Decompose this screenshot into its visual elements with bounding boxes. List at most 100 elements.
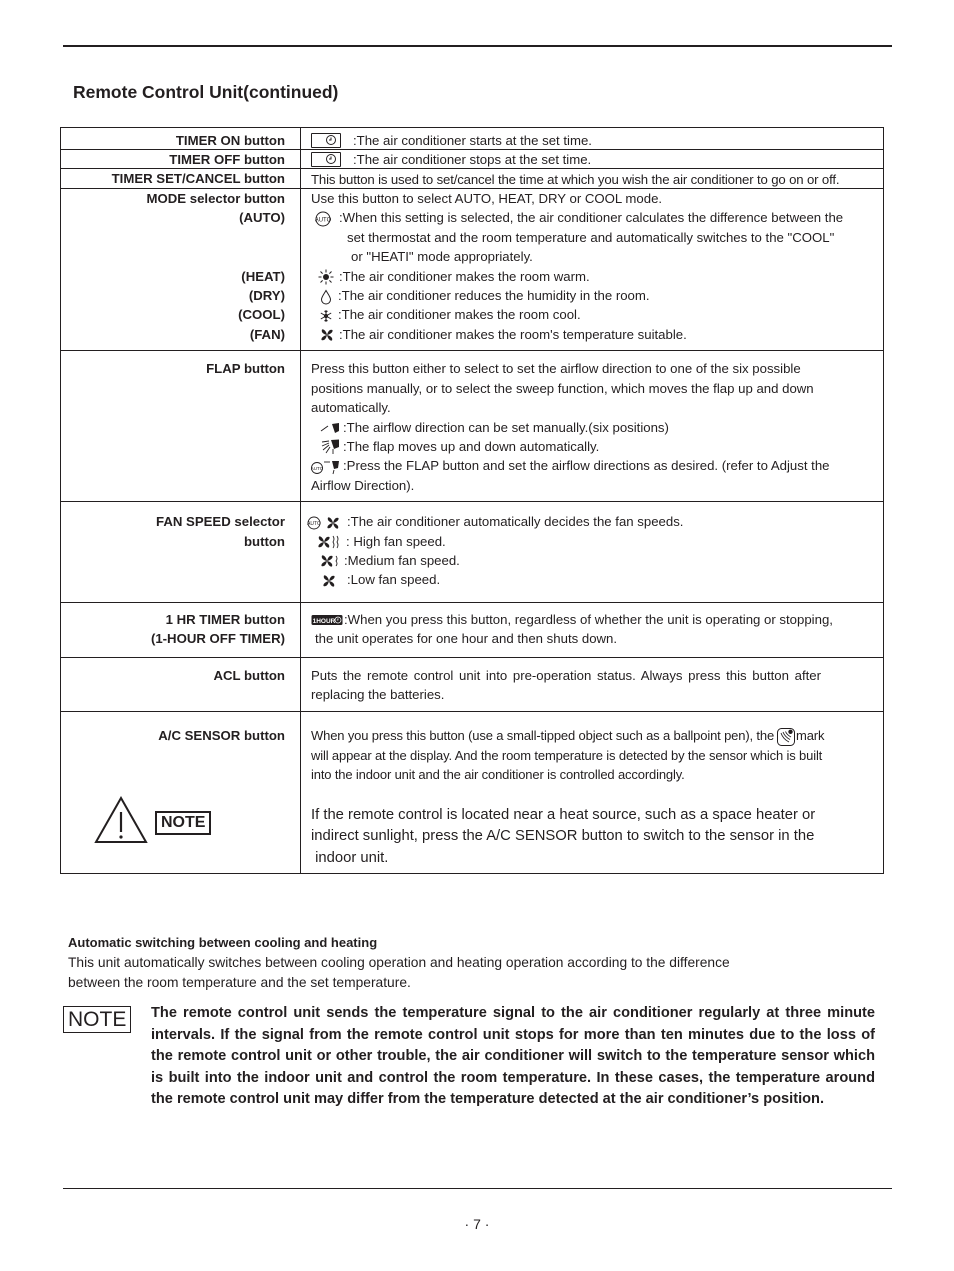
ac-sensor-note-3: indoor unit. bbox=[311, 849, 389, 866]
mode-auto-label: (AUTO) bbox=[239, 210, 285, 226]
auto-mode-icon: AUTO bbox=[315, 211, 331, 227]
mode-dry-text: :The air conditioner reduces the humidit… bbox=[338, 288, 650, 304]
remote-control-button-table: TIMER ON button :The air conditioner sta… bbox=[60, 126, 884, 874]
flap-intro-1: Press this button either to select to se… bbox=[311, 361, 801, 377]
mode-label: MODE selector button bbox=[146, 191, 285, 207]
ac-sensor-line-1: When you press this button (use a small-… bbox=[311, 726, 880, 746]
table-row-timer-off: TIMER OFF button :The air conditioner st… bbox=[60, 149, 884, 170]
auto-switching-line-1: This unit automatically switches between… bbox=[68, 955, 730, 970]
mode-auto-text-1: :When this setting is selected, the air … bbox=[339, 210, 844, 226]
label-one-hour-timer: 1 HR TIMER button (1-HOUR OFF TIMER) bbox=[60, 601, 301, 658]
ac-sensor-note-2: indirect sunlight, press the A/C SENSOR … bbox=[311, 828, 815, 845]
ac-sensor-note-1: If the remote control is located near a … bbox=[311, 806, 816, 823]
label-flap: FLAP button bbox=[60, 350, 301, 503]
mode-heat-label: (HEAT) bbox=[241, 268, 285, 284]
fan-high-line: : High fan speed. bbox=[307, 532, 880, 551]
ac-sensor-text-mark: mark bbox=[796, 728, 825, 744]
flap-intro-3: automatically. bbox=[311, 400, 391, 416]
desc-timer-on: :The air conditioner starts at the set t… bbox=[300, 126, 884, 151]
note-badge: NOTE bbox=[155, 811, 212, 836]
acl-text-2: replacing the batteries. bbox=[311, 686, 445, 702]
fan-high-icon bbox=[316, 534, 342, 550]
mode-fan-text: :The air conditioner makes the room's te… bbox=[339, 326, 687, 342]
table-row-timer-on: TIMER ON button :The air conditioner sta… bbox=[60, 126, 884, 151]
fan-medium-text: :Medium fan speed. bbox=[344, 552, 460, 568]
fan-high-text: : High fan speed. bbox=[346, 533, 446, 549]
mode-auto-text-3: or "HEATI" mode appropriately. bbox=[351, 249, 533, 265]
timer-on-text: :The air conditioner starts at the set t… bbox=[353, 133, 592, 148]
mode-heat-line: :The air conditioner makes the room warm… bbox=[311, 267, 880, 286]
sensor-mark-icon bbox=[777, 727, 796, 746]
svg-text:AUTO: AUTO bbox=[311, 466, 324, 471]
table-row-mode: MODE selector button (AUTO) (HEAT) (DRY)… bbox=[60, 188, 884, 352]
water-drop-icon bbox=[320, 289, 332, 305]
flap-swing-icon bbox=[319, 439, 341, 455]
table-row-one-hour-timer: 1 HR TIMER button (1-HOUR OFF TIMER) 1HO… bbox=[60, 601, 884, 658]
auto-switching-heading: Automatic switching between cooling and … bbox=[68, 935, 378, 950]
flap-auto-text: :Press the FLAP button and set the airfl… bbox=[343, 458, 830, 474]
table-row-acl: ACL button Puts the remote control unit … bbox=[60, 656, 884, 713]
fan-medium-icon bbox=[319, 553, 341, 569]
flap-auto-line: AUTO :Press the FLAP button and set the … bbox=[311, 456, 880, 475]
fan-auto-icon: AUTO bbox=[307, 515, 343, 531]
mode-auto-text-2: set thermostat and the room temperature … bbox=[347, 229, 835, 245]
label-acl: ACL button bbox=[60, 656, 301, 713]
flap-manual-line: :The airflow direction can be set manual… bbox=[311, 418, 880, 437]
timer-clock-icon bbox=[311, 133, 341, 149]
mode-cool-line: :The air conditioner makes the room cool… bbox=[311, 305, 880, 324]
ac-sensor-text-1: When you press this button (use a small-… bbox=[311, 728, 775, 744]
warning-triangle-icon bbox=[94, 796, 148, 849]
snowflake-icon bbox=[319, 309, 333, 323]
flap-manual-text: :The airflow direction can be set manual… bbox=[343, 419, 669, 435]
timer-clock-icon bbox=[311, 152, 341, 168]
one-hour-timer-icon: 1HOUR bbox=[311, 614, 343, 626]
svg-text:AUTO: AUTO bbox=[307, 521, 321, 527]
desc-timer-set-cancel: This button is used to set/cancel the ti… bbox=[300, 168, 884, 190]
table-row-fan-speed: FAN SPEED selector button AUTO :The air … bbox=[60, 501, 884, 603]
one-hour-label-2: (1-HOUR OFF TIMER) bbox=[150, 631, 285, 647]
desc-ac-sensor: When you press this button (use a small-… bbox=[300, 711, 884, 874]
sun-heat-icon bbox=[318, 269, 334, 285]
auto-switching-body: This unit automatically switches between… bbox=[68, 953, 788, 992]
flap-swing-text: :The flap moves up and down automaticall… bbox=[343, 438, 600, 454]
label-timer-set-cancel: TIMER SET/CANCEL button bbox=[60, 168, 301, 190]
flap-manual-icon bbox=[319, 422, 341, 434]
acl-text-1: Puts the remote control unit into pre-op… bbox=[311, 667, 821, 683]
section-title: Remote Control Unit(continued) bbox=[73, 82, 339, 102]
mode-fan-line: :The air conditioner makes the room's te… bbox=[311, 325, 880, 344]
flap-auto-icon: AUTO bbox=[311, 459, 341, 475]
table-row-timer-set-cancel: TIMER SET/CANCEL button This button is u… bbox=[60, 168, 884, 190]
ac-sensor-text-3: into the indoor unit and the air conditi… bbox=[311, 767, 685, 783]
table-row-ac-sensor: A/C SENSOR button NOTE When you press th… bbox=[60, 711, 884, 874]
mode-auto-line: AUTO :When this setting is selected, the… bbox=[311, 208, 880, 227]
flap-swing-line: :The flap moves up and down automaticall… bbox=[311, 437, 880, 456]
mode-dry-line: :The air conditioner reduces the humidit… bbox=[311, 286, 880, 305]
top-rule bbox=[63, 45, 892, 47]
label-fan-speed: FAN SPEED selector button bbox=[60, 501, 301, 603]
svg-text:1HOUR: 1HOUR bbox=[313, 618, 336, 625]
one-hour-line-1: 1HOUR :When you press this button, regar… bbox=[311, 610, 880, 629]
auto-switching-line-2: between the room temperature and the set… bbox=[68, 974, 411, 990]
flap-tail: Airflow Direction). bbox=[311, 477, 415, 493]
page-number: · 7 · bbox=[464, 1216, 490, 1232]
fan-low-line: :Low fan speed. bbox=[307, 570, 880, 589]
mode-intro: Use this button to select AUTO, HEAT, DR… bbox=[311, 191, 663, 207]
fan-auto-line: AUTO :The air conditioner automatically … bbox=[307, 512, 880, 531]
desc-one-hour-timer: 1HOUR :When you press this button, regar… bbox=[300, 601, 884, 658]
label-timer-off: TIMER OFF button bbox=[60, 149, 301, 170]
one-hour-label-1: 1 HR TIMER button bbox=[165, 611, 285, 627]
fan-speed-label-2: button bbox=[243, 533, 285, 549]
one-hour-text-2: the unit operates for one hour and then … bbox=[315, 631, 618, 647]
fan-low-icon bbox=[321, 573, 337, 589]
one-hour-text-1: :When you press this button, regardless … bbox=[344, 611, 833, 627]
mode-dry-label: (DRY) bbox=[248, 288, 285, 304]
mode-fan-label: (FAN) bbox=[249, 326, 285, 342]
bottom-rule bbox=[63, 1188, 892, 1189]
table-row-flap: FLAP button Press this button either to … bbox=[60, 350, 884, 503]
flap-intro-2: positions manually, or to select the swe… bbox=[311, 380, 814, 396]
mode-cool-text: :The air conditioner makes the room cool… bbox=[338, 307, 581, 323]
fan-low-text: :Low fan speed. bbox=[347, 572, 441, 588]
timer-off-text: :The air conditioner stops at the set ti… bbox=[353, 152, 592, 168]
label-ac-sensor: A/C SENSOR button NOTE bbox=[60, 711, 301, 874]
desc-fan-speed: AUTO :The air conditioner automatically … bbox=[300, 501, 884, 603]
